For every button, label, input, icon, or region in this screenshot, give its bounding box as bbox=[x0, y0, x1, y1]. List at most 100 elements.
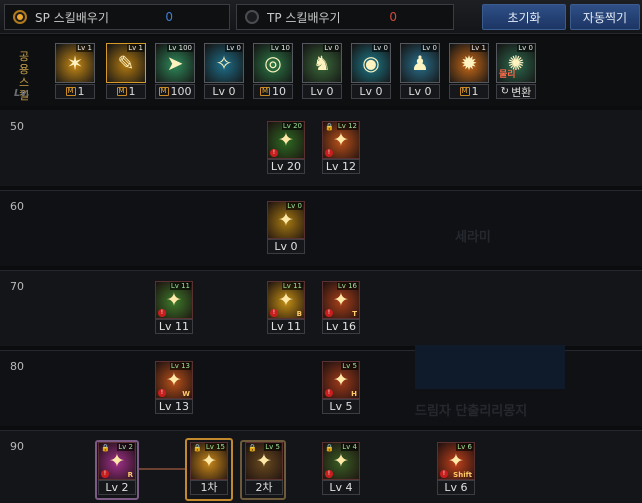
lock-icon: 🔒 bbox=[325, 123, 334, 131]
common-skill-level-value: 100 bbox=[170, 85, 192, 98]
skill-70-a-icon[interactable]: ✦ Lv 11! bbox=[155, 281, 193, 319]
skill-80-a-level: Lv 13 bbox=[155, 399, 193, 414]
common-skill-level-value: 1 bbox=[128, 85, 136, 98]
row-band-50 bbox=[0, 110, 642, 186]
common-skill-level: Lv 0 bbox=[351, 84, 391, 99]
common-skill-level: Lv 0 bbox=[204, 84, 244, 99]
common-skill-tag: Lv 0 bbox=[225, 44, 242, 52]
row-divider bbox=[0, 430, 642, 431]
common-skill-level-value: 1 bbox=[77, 85, 85, 98]
skill-level-tag: Lv 5 bbox=[264, 443, 281, 451]
row-divider bbox=[0, 270, 642, 271]
common-skill-level-value: 변환 bbox=[511, 85, 532, 99]
row-level-90: 90 bbox=[10, 440, 24, 453]
skill-90-e-icon[interactable]: ✦ Lv 6! Shift bbox=[437, 442, 475, 480]
common-skill-4[interactable]: ◎ Lv 10 bbox=[253, 43, 293, 83]
skill-70-b-icon[interactable]: ✦ Lv 11! B bbox=[267, 281, 305, 319]
skill-90-d-icon[interactable]: ✦ Lv 4 🔒! bbox=[322, 442, 360, 480]
tp-radio[interactable] bbox=[245, 10, 259, 24]
skill-90-b-icon[interactable]: ✦ Lv 15 🔒 bbox=[190, 442, 228, 480]
skill-90-d-level: Lv 4 bbox=[322, 480, 360, 495]
skill-level-tag: Lv 11 bbox=[169, 282, 191, 290]
tp-label: TP 스킬배우기 bbox=[267, 10, 341, 25]
common-skill-tag: Lv 1 bbox=[127, 44, 144, 52]
common-skill-0[interactable]: ✶ Lv 1 bbox=[55, 43, 95, 83]
master-badge-icon: M bbox=[260, 87, 270, 96]
row-level-50: 50 bbox=[10, 120, 24, 133]
hotkey-label: R bbox=[127, 471, 133, 479]
skill-level-tag: Lv 12 bbox=[336, 122, 358, 130]
common-skill-8[interactable]: ✹ Lv 1 bbox=[449, 43, 489, 83]
skill-90-e-level: Lv 6 bbox=[437, 480, 475, 495]
common-skill-level: M 10 bbox=[253, 84, 293, 99]
master-badge-icon: M bbox=[116, 87, 127, 96]
common-skill-tag: Lv 0 bbox=[517, 44, 534, 52]
skill-50-a-icon[interactable]: ✦ Lv 20! bbox=[267, 121, 305, 159]
common-skill-2[interactable]: ➤ Lv 100 bbox=[155, 43, 195, 83]
common-skill-level: M 100 bbox=[155, 84, 195, 99]
skill-level-tag: Lv 5 bbox=[341, 362, 358, 370]
reset-button[interactable]: 초기화 bbox=[482, 4, 566, 30]
skill-50-b-level: Lv 12 bbox=[322, 159, 360, 174]
common-skill-level-value: Lv 0 bbox=[359, 85, 383, 98]
skill-70-b-level: Lv 11 bbox=[267, 319, 305, 334]
skill-level-tag: Lv 16 bbox=[336, 282, 358, 290]
common-skill-level: M1 bbox=[449, 84, 489, 99]
skill-90-c-icon[interactable]: ✦ Lv 5 🔒 bbox=[245, 442, 283, 480]
hotkey-label: W bbox=[182, 390, 190, 398]
skill-70-c-level: Lv 16 bbox=[322, 319, 360, 334]
skill-level-tag: Lv 2 bbox=[117, 443, 134, 451]
common-skill-level: M1 bbox=[55, 84, 95, 99]
sp-radio[interactable] bbox=[13, 10, 27, 24]
skill-level-tag: Lv 6 bbox=[456, 443, 473, 451]
hotkey-label: Shift bbox=[453, 471, 472, 479]
common-skill-level-value: Lv 0 bbox=[408, 85, 432, 98]
skill-90-a-icon[interactable]: ✦ Lv 2 🔒! R bbox=[98, 442, 136, 480]
warning-icon: ! bbox=[158, 309, 166, 317]
common-skill-1[interactable]: ✎ Lv 1 bbox=[106, 43, 146, 83]
warning-icon: ! bbox=[325, 309, 333, 317]
warning-icon: ! bbox=[440, 470, 448, 478]
hotkey-label: H bbox=[351, 390, 357, 398]
common-skill-tag: Lv 1 bbox=[76, 44, 93, 52]
common-skill-tag: Lv 100 bbox=[167, 44, 193, 52]
auto-assign-button[interactable]: 자동찍기 bbox=[570, 4, 640, 30]
skill-level-tag: Lv 15 bbox=[204, 443, 226, 451]
refresh-icon: ↻ bbox=[500, 86, 510, 97]
row-band-60 bbox=[0, 190, 642, 266]
common-skill-5[interactable]: ♞ Lv 0 bbox=[302, 43, 342, 83]
common-skill-level: ↻ 변환 bbox=[496, 84, 536, 99]
skill-80-b-icon[interactable]: ✦ Lv 5! H bbox=[322, 361, 360, 399]
common-skill-3[interactable]: ✧ Lv 0 bbox=[204, 43, 244, 83]
skill-50-a-level: Lv 20 bbox=[267, 159, 305, 174]
warning-icon: ! bbox=[270, 149, 278, 157]
skill-70-a-level: Lv 11 bbox=[155, 319, 193, 334]
ghost-text-1: 세라미 bbox=[455, 230, 491, 245]
common-skill-9[interactable]: ✺ Lv 0 물리 bbox=[496, 43, 536, 83]
row-level-60: 60 bbox=[10, 200, 24, 213]
hotkey-label: B bbox=[296, 310, 302, 318]
hotkey-label: T bbox=[352, 310, 357, 318]
tp-mode-toggle[interactable]: TP 스킬배우기 0 bbox=[236, 4, 454, 30]
common-skill-7[interactable]: ♟ Lv 0 bbox=[400, 43, 440, 83]
skill-80-a-icon[interactable]: ✦ Lv 13! W bbox=[155, 361, 193, 399]
common-skill-tag: Lv 0 bbox=[323, 44, 340, 52]
tp-points: 0 bbox=[389, 10, 397, 24]
warning-icon: ! bbox=[325, 470, 333, 478]
skill-60-a-icon[interactable]: ✦ Lv 0 bbox=[267, 201, 305, 239]
warning-icon: ! bbox=[270, 309, 278, 317]
skill-50-b-icon[interactable]: ✦ Lv 12 🔒! bbox=[322, 121, 360, 159]
background-decoration bbox=[415, 345, 565, 389]
skill-level-tag: Lv 20 bbox=[281, 122, 303, 130]
lock-icon: 🔒 bbox=[325, 444, 334, 452]
common-skill-level-value: 1 bbox=[471, 85, 479, 98]
common-skill-level-value: Lv 0 bbox=[212, 85, 236, 98]
common-skill-overlay: 물리 bbox=[499, 70, 516, 80]
sp-points: 0 bbox=[165, 10, 173, 24]
lock-icon: 🔒 bbox=[248, 444, 257, 452]
lock-icon: 🔒 bbox=[193, 444, 202, 452]
master-badge-icon: M bbox=[459, 87, 470, 96]
common-skill-6[interactable]: ◉ Lv 0 bbox=[351, 43, 391, 83]
sp-mode-toggle[interactable]: SP 스킬배우기 0 bbox=[4, 4, 230, 30]
skill-70-c-icon[interactable]: ✦ Lv 16! T bbox=[322, 281, 360, 319]
